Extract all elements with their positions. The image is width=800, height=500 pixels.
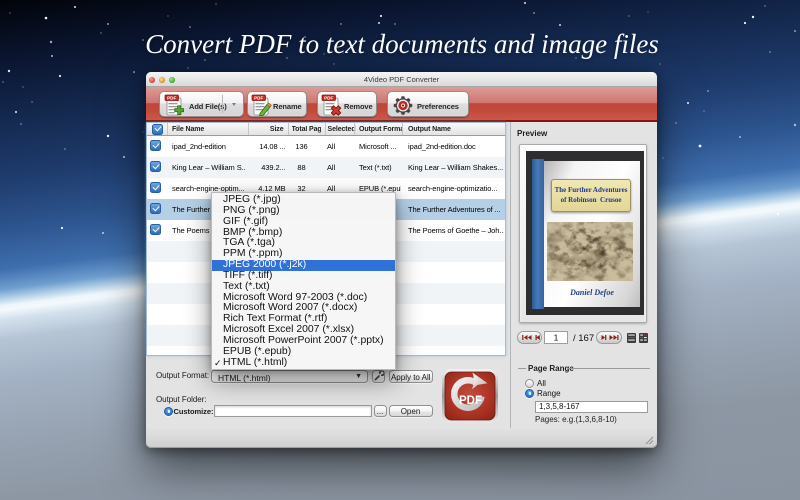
svg-text:/ 167: / 167 — [573, 333, 594, 344]
svg-text:PDF: PDF — [324, 96, 333, 101]
svg-text:PDF: PDF — [459, 395, 482, 407]
svg-text:1: 1 — [554, 333, 559, 343]
svg-text:PDF: PDF — [167, 96, 176, 101]
svg-text:PDF: PDF — [254, 96, 263, 101]
